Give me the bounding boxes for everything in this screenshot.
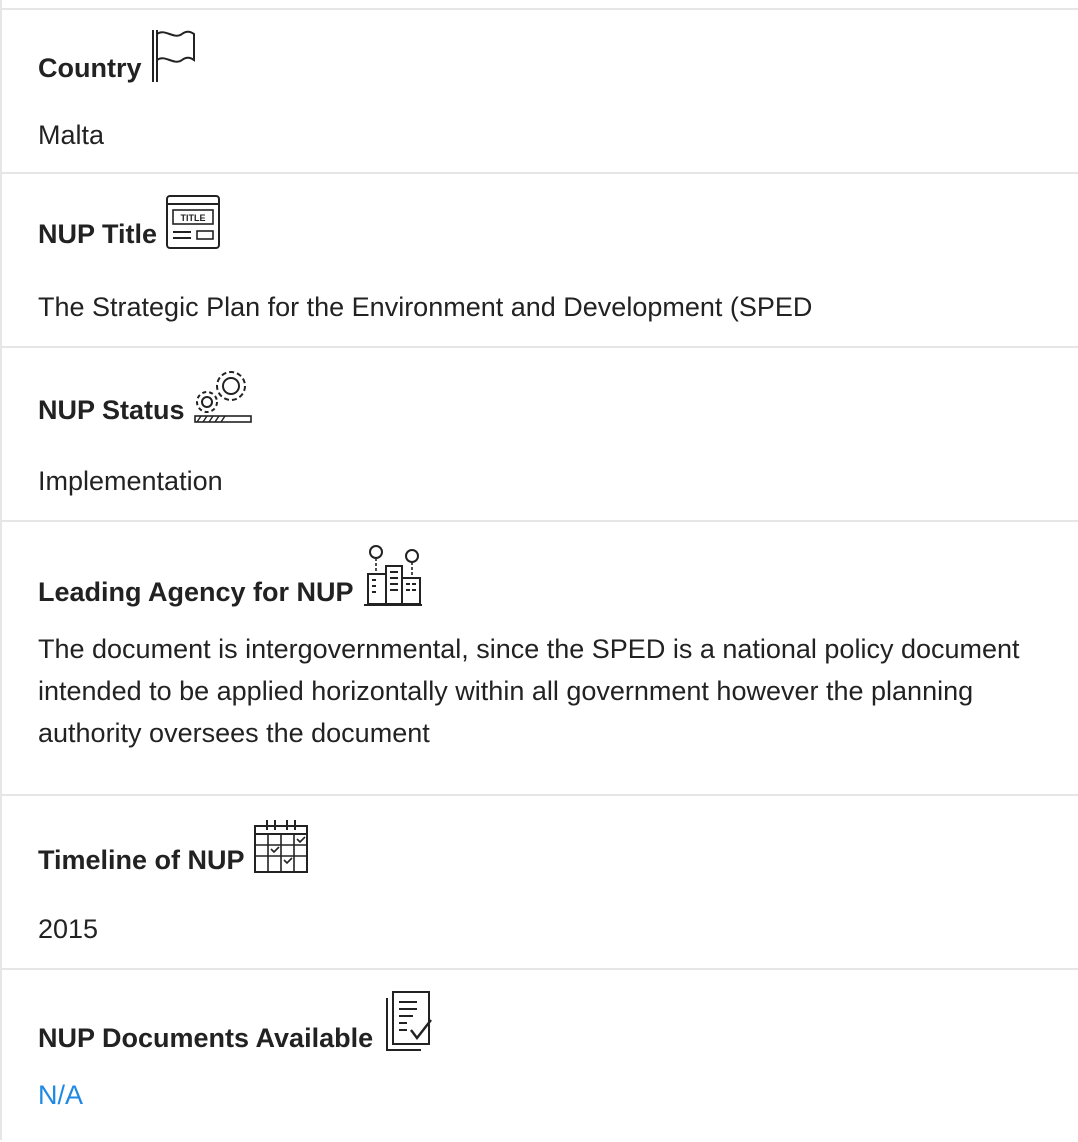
nup-title-value: The Strategic Plan for the Environment a… [38, 292, 813, 322]
nup-details-panel: Country Malta NUP Title TITLE The Strate… [0, 0, 1078, 1140]
leading-agency-section: Leading Agency for NUP The document is i… [2, 520, 1078, 796]
country-value: Malta [38, 120, 105, 150]
city-buildings-people-icon [362, 544, 424, 608]
leading-agency-label-row: Leading Agency for NUP [38, 544, 424, 608]
timeline-label: Timeline of NUP [38, 845, 245, 875]
documents-label-row: NUP Documents Available [38, 990, 437, 1054]
nup-status-label: NUP Status [38, 395, 185, 425]
timeline-value: 2015 [38, 914, 99, 944]
nup-title-section: NUP Title TITLE The Strategic Plan for t… [2, 172, 1078, 348]
country-label: Country [38, 53, 142, 83]
nup-title-label: NUP Title [38, 219, 158, 249]
nup-status-section: NUP Status Implementation [2, 346, 1078, 522]
timeline-section: Timeline of NUP 2015 [2, 794, 1078, 970]
documents-link[interactable]: N/A [38, 1074, 1058, 1116]
title-window-icon: TITLE [165, 194, 221, 250]
documents-section: NUP Documents Available N/A [2, 968, 1078, 1142]
country-section: Country Malta [2, 8, 1078, 174]
timeline-label-row: Timeline of NUP [38, 818, 311, 876]
country-label-row: Country [38, 28, 196, 84]
gears-progress-icon [193, 368, 255, 426]
nup-status-label-row: NUP Status [38, 368, 255, 426]
flag-icon [150, 28, 196, 84]
document-check-icon [381, 990, 437, 1054]
calendar-icon [253, 818, 311, 876]
documents-label: NUP Documents Available [38, 1023, 374, 1053]
leading-agency-label: Leading Agency for NUP [38, 577, 354, 607]
nup-status-value: Implementation [38, 466, 223, 496]
svg-text:TITLE: TITLE [181, 213, 206, 223]
nup-title-label-row: NUP Title TITLE [38, 194, 221, 250]
leading-agency-value: The document is intergovernmental, since… [38, 634, 1020, 748]
